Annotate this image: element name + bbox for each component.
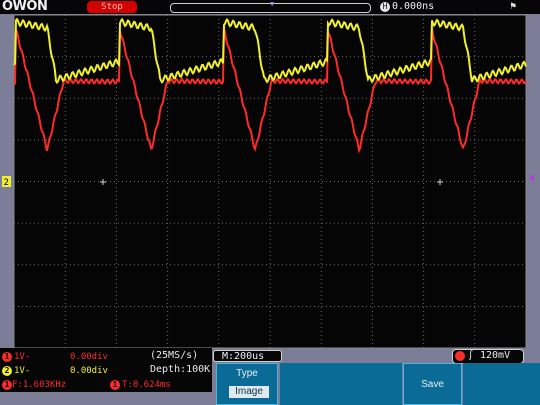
trigger-info: ∫ 120mV xyxy=(452,349,524,364)
save-softkey[interactable]: Save xyxy=(403,363,462,405)
ch1-position: 0.00div xyxy=(70,352,108,362)
sample-rate: (25MS/s) xyxy=(150,350,199,361)
ch2-ground-label: 2 xyxy=(4,178,9,188)
measurement-row: 1 F:1.603KHz 1 T:0.624ms xyxy=(0,378,212,392)
ch1-scale: 1V- xyxy=(14,352,31,362)
type-softkey-value: Image xyxy=(229,386,269,398)
save-softkey-label: Save xyxy=(421,379,444,390)
trigger-level-readout: 120mV xyxy=(480,350,511,361)
ch1-info-row: 1 1V- 0.00div xyxy=(0,350,150,364)
channel-info-panel: 1 1V- 0.00div 2 1V- 0.00div (25MS/s) Dep… xyxy=(0,348,212,392)
empty-softkey-area xyxy=(280,363,402,405)
period-channel-badge: 1 xyxy=(110,380,120,390)
ch2-scale: 1V- xyxy=(14,366,31,376)
waveform-display: 2 xyxy=(2,14,534,349)
trigger-source-badge xyxy=(455,351,465,361)
ch2-info-row: 2 1V- 0.00div xyxy=(0,364,150,378)
oscilloscope-screen: OWON Stop ▼ H 0.000ns ⚑ 2 1 1V- 0.00div … xyxy=(0,0,540,405)
ch1-badge: 1 xyxy=(2,352,12,362)
timebase-readout: M:200us xyxy=(213,350,282,362)
ch2-position: 0.00div xyxy=(70,366,108,376)
period-readout: T:0.624ms xyxy=(122,380,171,390)
rising-edge-icon: ∫ xyxy=(468,351,474,361)
ch2-badge: 2 xyxy=(2,366,12,376)
memory-depth: Depth:100K xyxy=(150,364,211,375)
empty-softkey-area-right xyxy=(463,363,540,405)
frequency-readout: F:1.603KHz xyxy=(12,380,67,390)
type-softkey[interactable]: Type Image xyxy=(216,363,278,405)
freq-channel-badge: 1 xyxy=(2,380,12,390)
type-softkey-label: Type xyxy=(236,368,258,379)
trigger-level-marker[interactable] xyxy=(529,174,534,182)
